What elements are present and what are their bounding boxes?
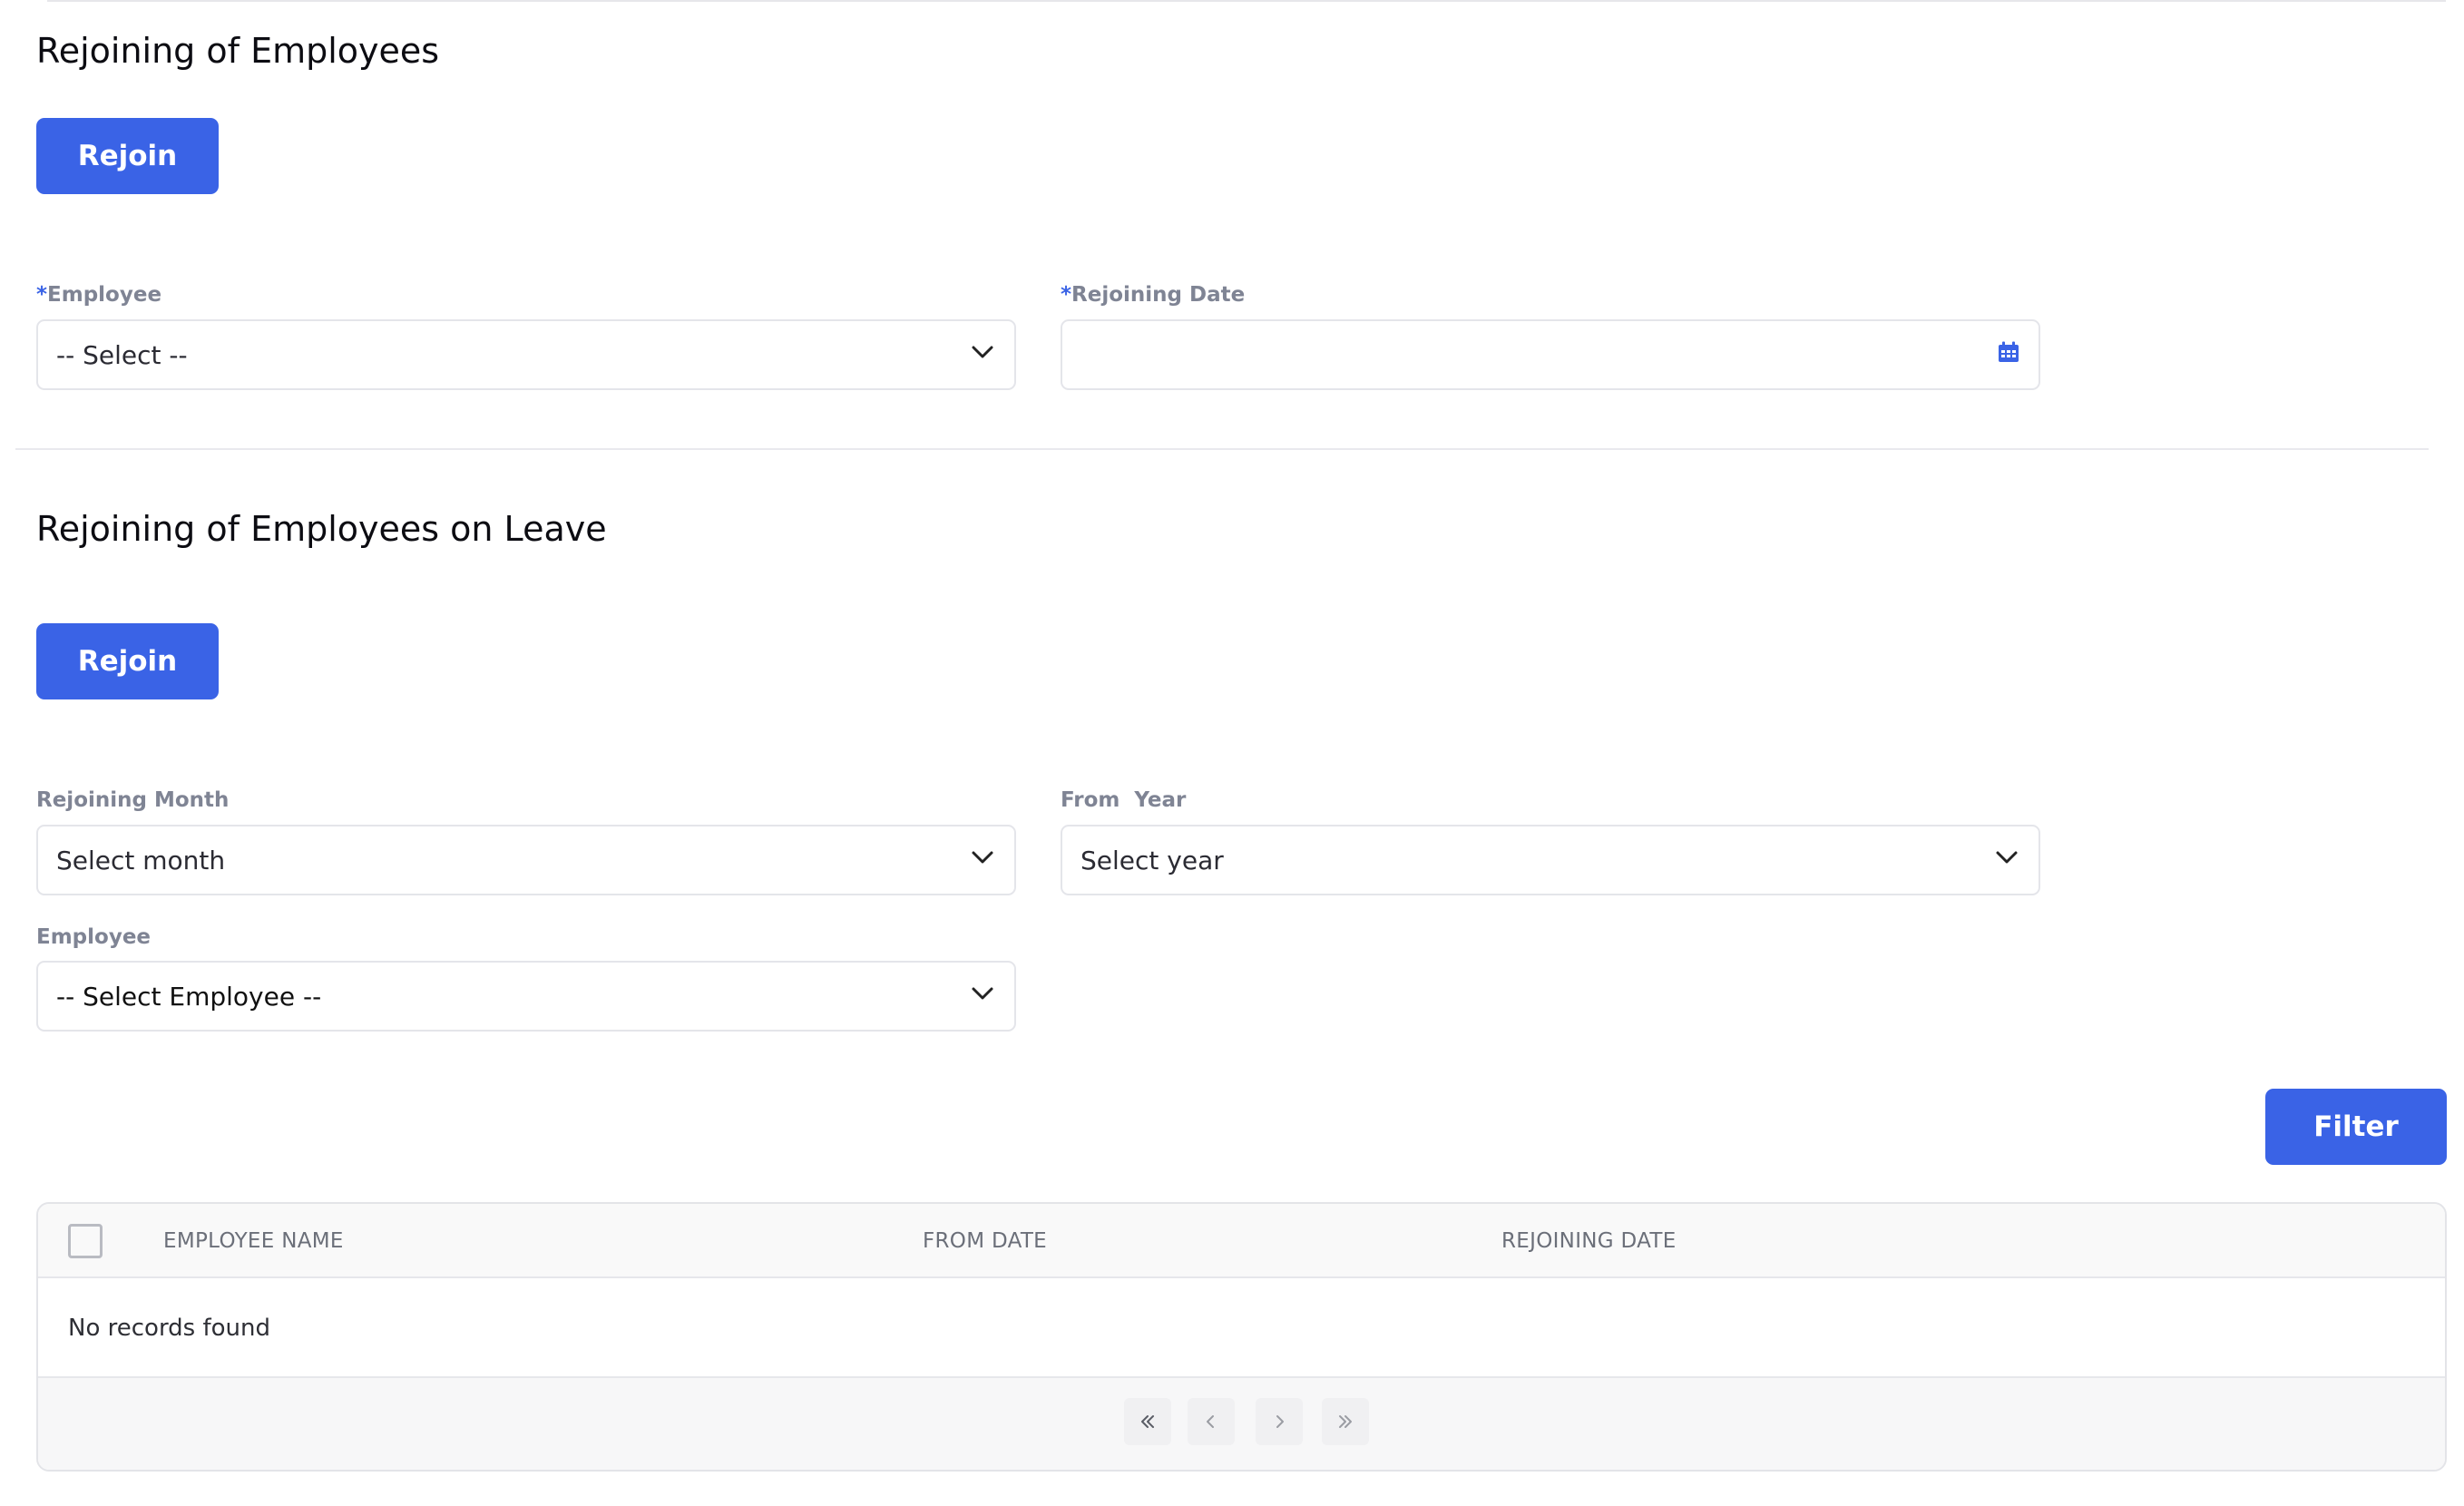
chevron-down-icon <box>969 980 996 1013</box>
rejoin-leave-button[interactable]: Rejoin <box>36 623 219 699</box>
employee-leave-label: Employee <box>36 925 152 949</box>
chevron-down-icon <box>1993 844 2020 877</box>
chevron-down-icon <box>969 338 996 372</box>
section-title-rejoining-on-leave: Rejoining of Employees on Leave <box>36 509 607 549</box>
employee-label: *Employee <box>36 281 161 308</box>
required-mark: * <box>1061 283 1072 307</box>
employee-leave-value: -- Select Employee -- <box>56 981 322 1012</box>
from-year-select[interactable]: Select year <box>1061 825 2040 895</box>
column-header-employee-name[interactable]: EMPLOYEE NAME <box>163 1204 344 1278</box>
table-header: EMPLOYEE NAME FROM DATE REJOINING DATE <box>38 1204 2445 1278</box>
calendar-icon[interactable] <box>1997 340 2020 370</box>
from-year-value: Select year <box>1080 845 1224 875</box>
table-paginator <box>38 1376 2445 1470</box>
next-page-icon[interactable] <box>1256 1398 1303 1445</box>
rejoining-date-label-text: Rejoining Date <box>1071 283 1246 307</box>
column-header-from-date[interactable]: FROM DATE <box>923 1204 1047 1278</box>
select-all-checkbox[interactable] <box>68 1224 103 1258</box>
page: Rejoining of Employees Rejoin *Employee … <box>0 0 2464 1506</box>
top-divider <box>47 0 2446 2</box>
section-divider <box>15 448 2429 450</box>
required-mark: * <box>36 283 48 307</box>
rejoining-month-label: Rejoining Month <box>36 788 230 812</box>
last-page-icon[interactable] <box>1322 1398 1369 1445</box>
employee-select[interactable]: -- Select -- <box>36 319 1016 390</box>
rejoining-month-select[interactable]: Select month <box>36 825 1016 895</box>
rejoining-date-input[interactable] <box>1061 319 2040 390</box>
empty-message: No records found <box>68 1315 271 1342</box>
employee-label-text: Employee <box>47 283 162 307</box>
records-table: EMPLOYEE NAME FROM DATE REJOINING DATE N… <box>36 1202 2447 1472</box>
first-page-icon[interactable] <box>1124 1398 1171 1445</box>
prev-page-icon[interactable] <box>1188 1398 1235 1445</box>
rejoin-button[interactable]: Rejoin <box>36 118 219 194</box>
employee-leave-select[interactable]: -- Select Employee -- <box>36 961 1016 1032</box>
employee-select-value: -- Select -- <box>56 339 188 370</box>
rejoining-month-value: Select month <box>56 845 226 875</box>
rejoining-date-label: *Rejoining Date <box>1061 281 1245 308</box>
from-year-label: From Year <box>1061 788 1187 812</box>
chevron-down-icon <box>969 844 996 877</box>
section-title-rejoining: Rejoining of Employees <box>36 31 440 71</box>
filter-button[interactable]: Filter <box>2265 1089 2447 1165</box>
column-header-rejoining-date[interactable]: REJOINING DATE <box>1501 1204 1677 1278</box>
